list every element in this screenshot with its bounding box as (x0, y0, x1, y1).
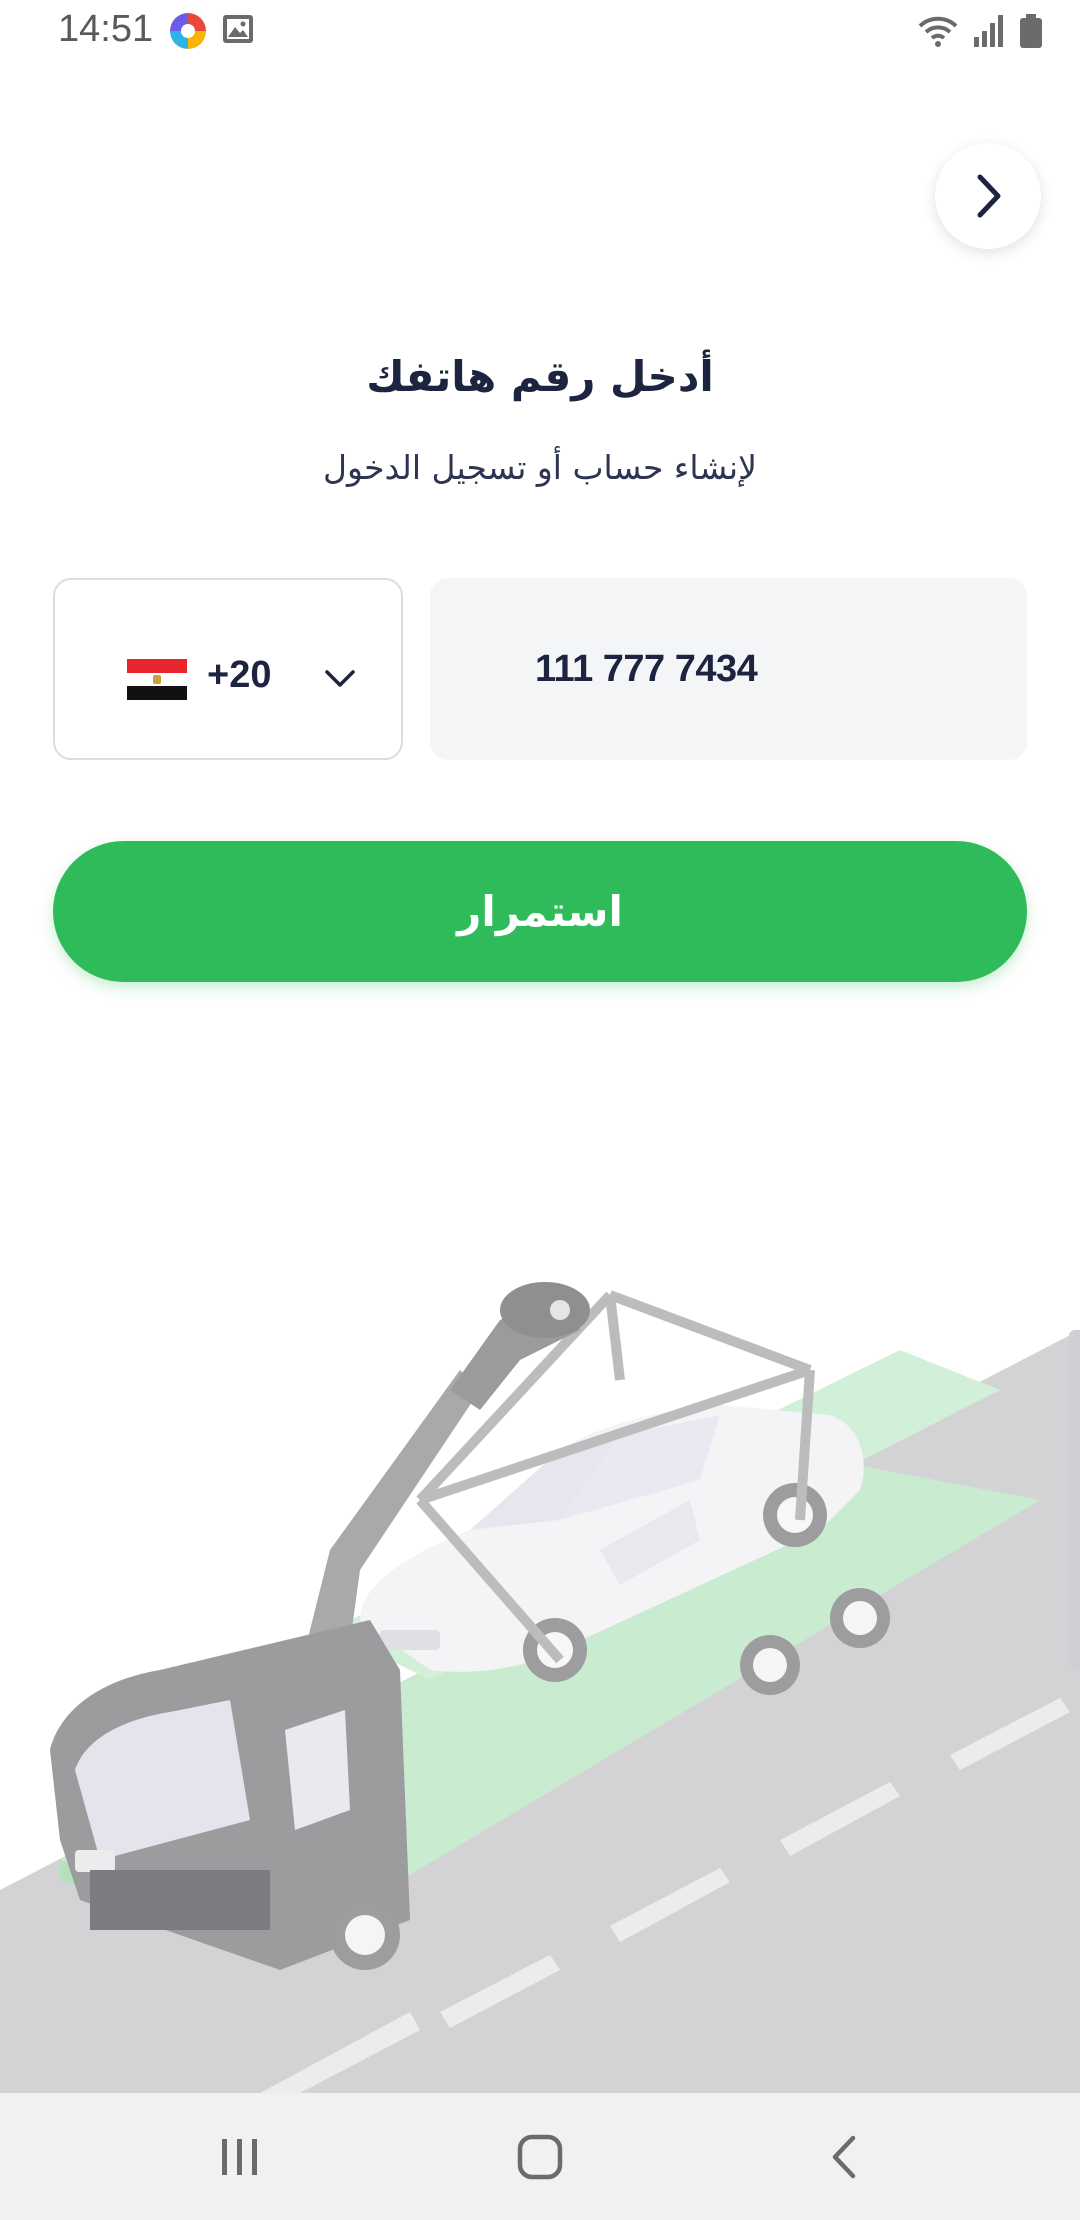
page-title: أدخل رقم هاتفك (366, 352, 714, 401)
page-subtitle: لإنشاء حساب أو تسجيل الدخول (323, 448, 757, 487)
scroll-indicator[interactable] (1069, 1330, 1080, 1670)
battery-icon (1020, 14, 1042, 48)
phone-number-input[interactable] (430, 578, 1027, 760)
home-icon (517, 2134, 563, 2179)
dial-code: +20 (207, 654, 272, 696)
app-notification-icon (170, 13, 206, 49)
phone-number-field[interactable] (430, 578, 1027, 760)
continue-button[interactable]: استمرار (53, 841, 1027, 982)
nav-back-button[interactable] (784, 2093, 904, 2220)
back-button[interactable] (935, 143, 1041, 249)
tow-truck-illustration (0, 1282, 1080, 2093)
egypt-flag-icon (127, 659, 187, 700)
chevron-down-icon (325, 670, 355, 687)
signal-icon (974, 15, 1003, 47)
recent-apps-icon (222, 2138, 257, 2175)
recent-apps-button[interactable] (180, 2093, 300, 2220)
wifi-icon (918, 16, 958, 47)
status-time: 14:51 (58, 8, 154, 50)
chevron-right-icon (977, 174, 1001, 218)
system-nav-bar (0, 2093, 1080, 2220)
back-icon (832, 2135, 856, 2178)
gallery-icon (223, 15, 253, 43)
status-bar: 14:51 (0, 0, 1080, 62)
home-button[interactable] (480, 2093, 600, 2220)
country-code-select[interactable]: +20 (53, 578, 403, 760)
